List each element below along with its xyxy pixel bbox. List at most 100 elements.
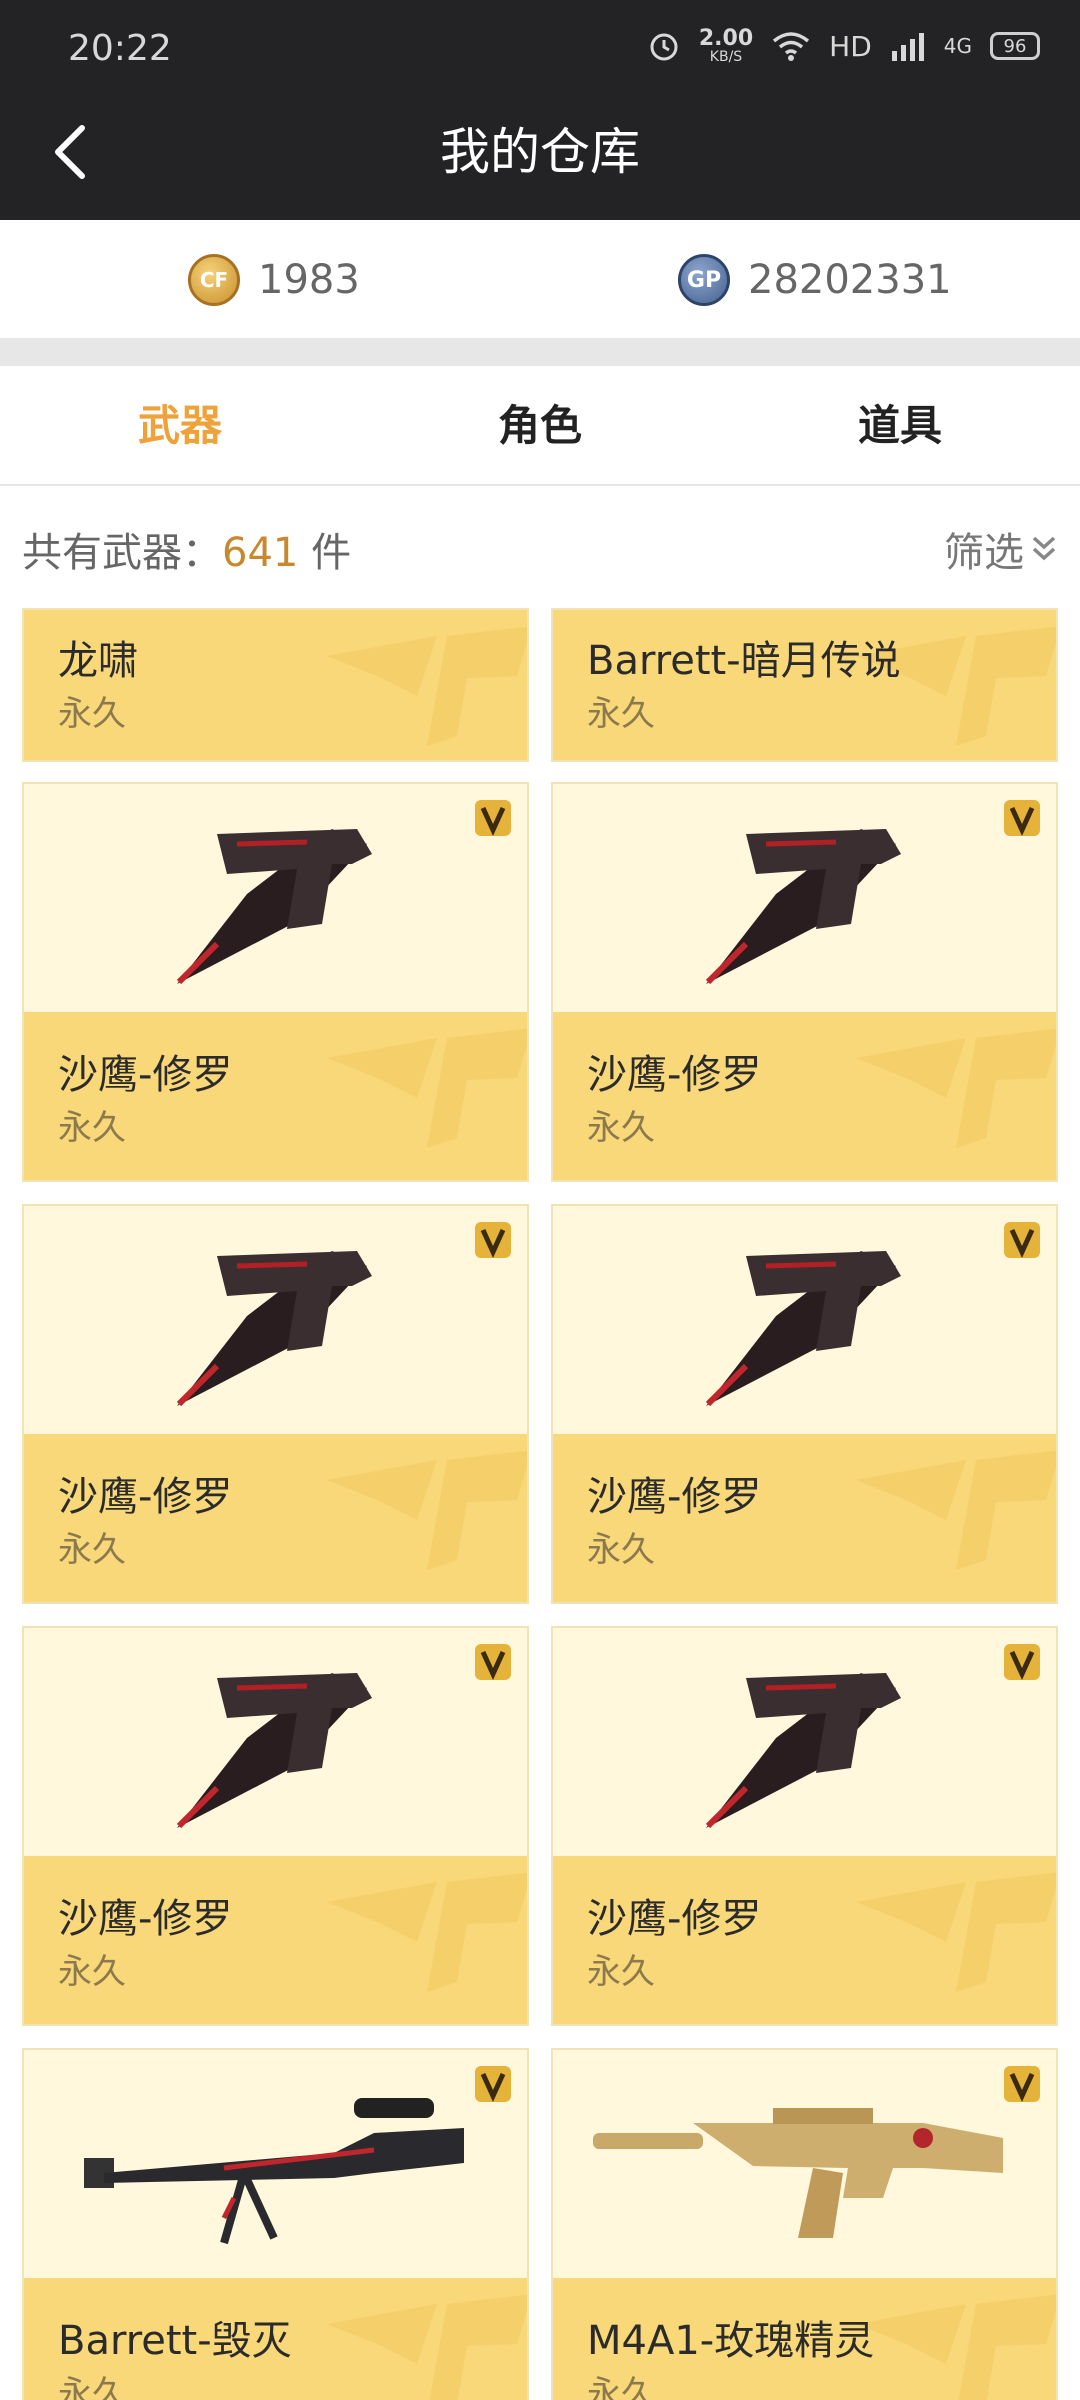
cf-watermark-icon bbox=[327, 2294, 527, 2400]
vip-badge-icon bbox=[1004, 800, 1040, 837]
weapon-image bbox=[24, 784, 527, 1012]
pistol-icon bbox=[176, 1673, 372, 1829]
gp-value: 28202331 bbox=[748, 257, 952, 303]
card-info: Barrett-毁灭 永久 bbox=[24, 2278, 527, 2400]
weapon-card[interactable]: 沙鹰-修罗 永久 bbox=[551, 782, 1058, 1182]
status-time: 20:22 bbox=[68, 28, 172, 69]
battery-icon: 96 bbox=[990, 32, 1040, 60]
cf-balance: CF 1983 bbox=[188, 250, 360, 310]
weapon-image bbox=[553, 1628, 1056, 1856]
weapon-name: 龙啸 bbox=[58, 638, 138, 684]
back-button[interactable] bbox=[38, 120, 102, 184]
vip-badge-icon bbox=[475, 2066, 511, 2103]
card-info: Barrett-暗月传说 永久 bbox=[553, 610, 1056, 760]
vip-badge-icon bbox=[475, 1644, 511, 1681]
card-info: 沙鹰-修罗 永久 bbox=[24, 1012, 527, 1180]
cf-coin-icon: CF bbox=[188, 254, 240, 306]
filter-label: 筛选 bbox=[944, 530, 1024, 576]
vip-badge-icon bbox=[1004, 2066, 1040, 2103]
card-info: 沙鹰-修罗 永久 bbox=[24, 1856, 527, 2024]
wifi-icon bbox=[773, 32, 810, 61]
speed-unit: KB/S bbox=[709, 49, 743, 65]
signal-icon bbox=[891, 33, 924, 61]
weapon-duration: 永久 bbox=[58, 694, 126, 734]
weapon-card[interactable]: 沙鹰-修罗 永久 bbox=[22, 1204, 529, 1604]
card-info: 沙鹰-修罗 永久 bbox=[553, 1856, 1056, 2024]
cf-watermark-icon bbox=[856, 1872, 1056, 1992]
weapon-card[interactable]: 沙鹰-修罗 永久 bbox=[22, 782, 529, 1182]
cf-watermark-icon bbox=[327, 1028, 527, 1148]
gp-coin-label: GP bbox=[686, 267, 722, 293]
status-bar: 20:22 2.00 KB/S HD 4G 96 bbox=[0, 0, 1080, 84]
pistol-icon bbox=[705, 1673, 901, 1829]
card-info: 沙鹰-修罗 永久 bbox=[553, 1434, 1056, 1602]
vip-badge-icon bbox=[475, 1222, 511, 1259]
alarm-icon bbox=[650, 33, 678, 61]
weapon-card[interactable]: 沙鹰-修罗 永久 bbox=[551, 1204, 1058, 1604]
pistol-icon bbox=[705, 829, 901, 985]
card-info: M4A1-玫瑰精灵 永久 bbox=[553, 2278, 1056, 2400]
weapon-card[interactable]: Barrett-暗月传说 永久 bbox=[551, 608, 1058, 762]
sniper-rifle-icon bbox=[84, 2098, 464, 2245]
cf-watermark-icon bbox=[856, 1028, 1056, 1148]
weapon-duration: 永久 bbox=[58, 1108, 126, 1148]
weapon-duration: 永久 bbox=[587, 1952, 655, 1992]
weapon-duration: 永久 bbox=[58, 1530, 126, 1570]
weapon-duration: 永久 bbox=[587, 1108, 655, 1148]
battery-level: 96 bbox=[1003, 35, 1027, 57]
double-chevron-down-icon bbox=[1032, 536, 1056, 561]
weapon-card[interactable]: 龙啸 永久 bbox=[22, 608, 529, 762]
page-title: 我的仓库 bbox=[440, 123, 640, 181]
weapon-image bbox=[553, 2050, 1056, 2278]
weapon-duration: 永久 bbox=[58, 1952, 126, 1992]
tab-characters[interactable]: 角色 bbox=[360, 366, 720, 486]
category-tabs: 武器 角色 道具 bbox=[0, 366, 1080, 486]
card-info: 沙鹰-修罗 永久 bbox=[553, 1012, 1056, 1180]
summary-row: 共有武器：641 件 筛选 bbox=[0, 486, 1080, 602]
gp-coin-icon: GP bbox=[678, 254, 730, 306]
filter-button[interactable]: 筛选 bbox=[944, 520, 1058, 578]
gp-balance: GP 28202331 bbox=[678, 250, 952, 310]
weapon-duration: 永久 bbox=[587, 694, 655, 734]
network-type: 4G bbox=[943, 34, 972, 58]
weapon-card[interactable]: M4A1-玫瑰精灵 永久 bbox=[551, 2048, 1058, 2400]
weapon-duration: 永久 bbox=[587, 1530, 655, 1570]
assault-rifle-icon bbox=[593, 2108, 1003, 2238]
weapon-name: 沙鹰-修罗 bbox=[587, 1896, 762, 1942]
weapon-card[interactable]: 沙鹰-修罗 永久 bbox=[22, 1626, 529, 2026]
cf-value: 1983 bbox=[258, 257, 360, 303]
pistol-icon bbox=[176, 829, 372, 985]
card-info: 沙鹰-修罗 永久 bbox=[24, 1434, 527, 1602]
cf-coin-label: CF bbox=[199, 268, 229, 292]
currency-bar: CF 1983 GP 28202331 bbox=[0, 220, 1080, 338]
weapon-image bbox=[24, 1206, 527, 1434]
tab-weapons[interactable]: 武器 bbox=[0, 366, 360, 486]
cf-watermark-icon bbox=[856, 1450, 1056, 1570]
weapon-count: 共有武器：641 件 bbox=[22, 520, 351, 578]
weapon-name: 沙鹰-修罗 bbox=[587, 1052, 762, 1098]
weapon-grid: 龙啸 永久 Barrett-暗月传说 永久 沙鹰-修罗 永久 沙鹰-修罗 永久 … bbox=[0, 602, 1080, 2400]
weapon-duration: 永久 bbox=[58, 2374, 126, 2400]
count-prefix: 共有武器： bbox=[22, 530, 222, 576]
chevron-left-icon bbox=[55, 125, 85, 179]
weapon-image bbox=[24, 2050, 527, 2278]
vip-badge-icon bbox=[1004, 1644, 1040, 1681]
weapon-name: 沙鹰-修罗 bbox=[58, 1474, 233, 1520]
weapon-name: Barrett-毁灭 bbox=[58, 2318, 292, 2364]
cf-watermark-icon bbox=[327, 1872, 527, 1992]
vip-badge-icon bbox=[1004, 1222, 1040, 1259]
section-divider bbox=[0, 338, 1080, 366]
weapon-card[interactable]: Barrett-毁灭 永久 bbox=[22, 2048, 529, 2400]
tab-items[interactable]: 道具 bbox=[720, 366, 1080, 486]
speed-value: 2.00 bbox=[698, 26, 754, 51]
pistol-icon bbox=[176, 1251, 372, 1407]
weapon-name: 沙鹰-修罗 bbox=[58, 1052, 233, 1098]
weapon-duration: 永久 bbox=[587, 2374, 655, 2400]
weapon-name: M4A1-玫瑰精灵 bbox=[587, 2318, 875, 2364]
hd-label: HD bbox=[829, 29, 872, 63]
pistol-icon bbox=[705, 1251, 901, 1407]
count-suffix: 件 bbox=[298, 530, 352, 576]
weapon-card[interactable]: 沙鹰-修罗 永久 bbox=[551, 1626, 1058, 2026]
weapon-image bbox=[24, 1628, 527, 1856]
count-number: 641 bbox=[222, 530, 299, 576]
